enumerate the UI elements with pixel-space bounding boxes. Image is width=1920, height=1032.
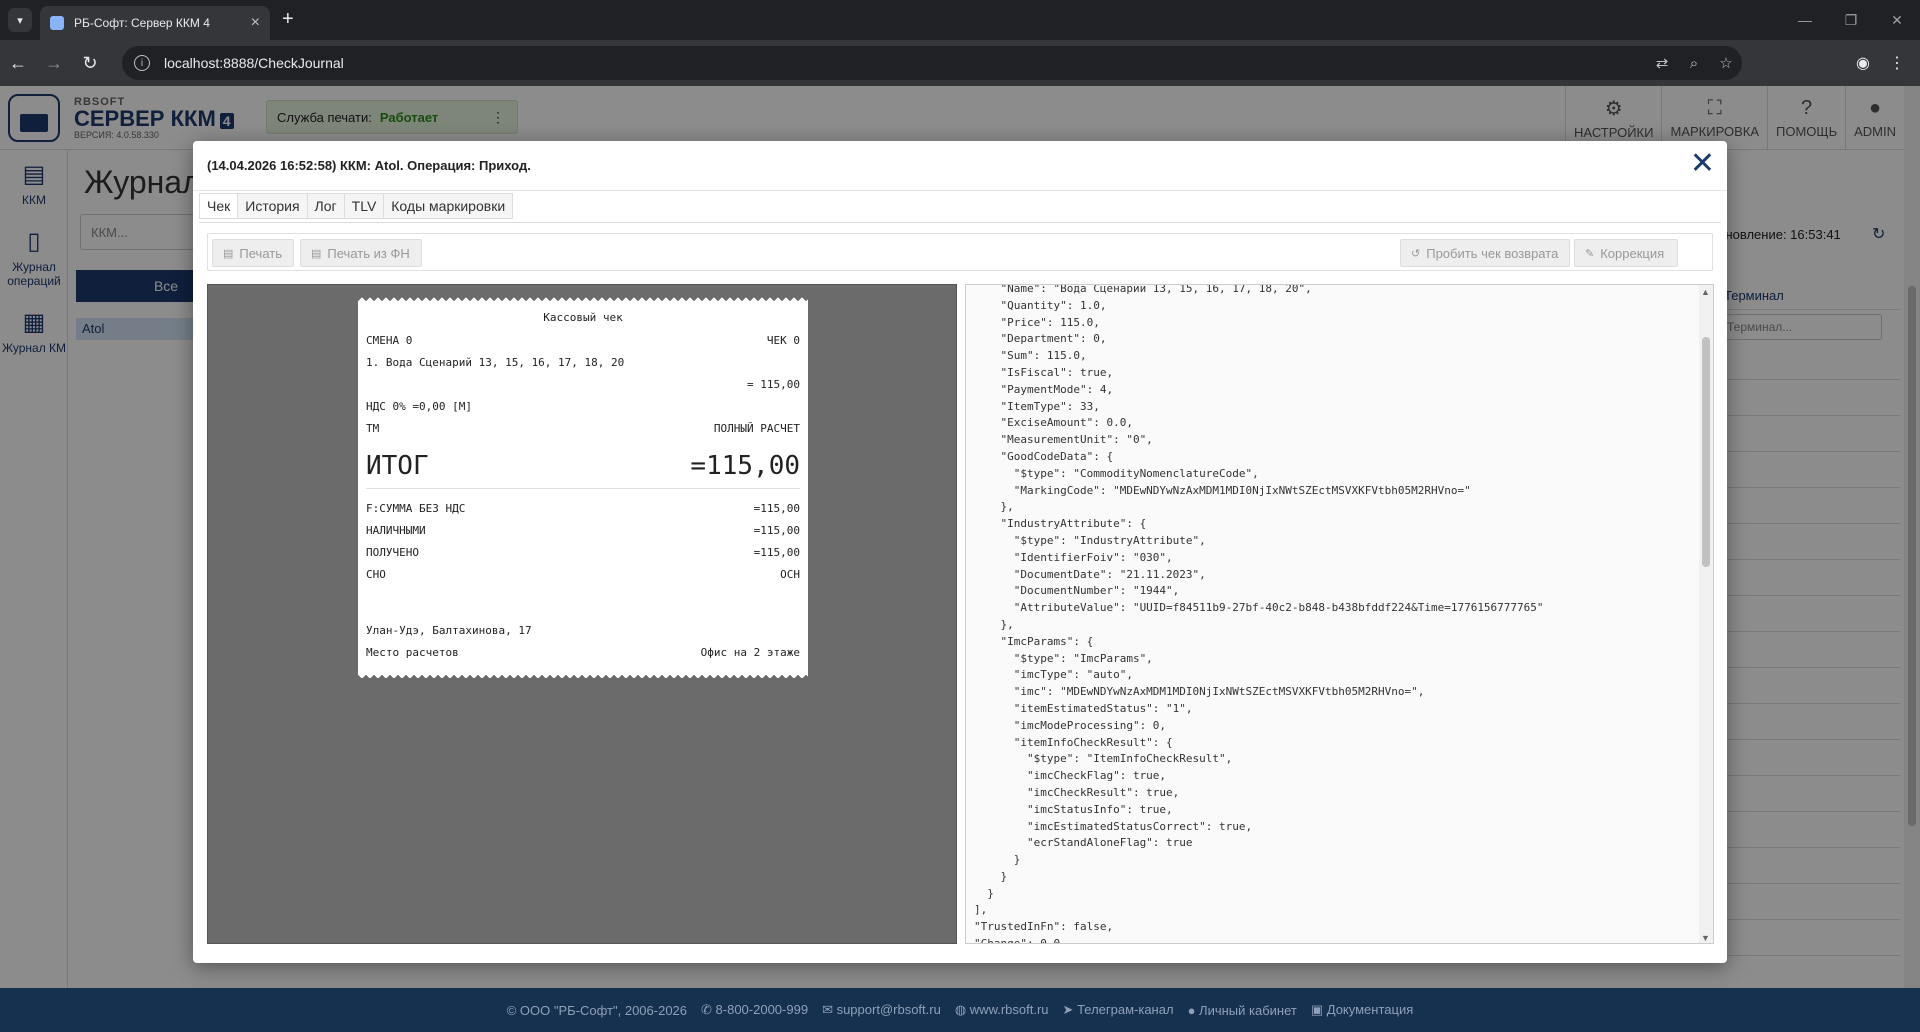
tab-history[interactable]: История — [238, 193, 308, 219]
window-controls: — ❐ ✕ — [1782, 0, 1920, 40]
receipt-item: 1. Вода Сценарий 13, 15, 16, 17, 18, 20 — [366, 355, 625, 369]
tabs-divider — [199, 222, 1721, 223]
tab-tlv[interactable]: TLV — [344, 193, 385, 219]
browser-tabbar: ▾ РБ-Софт: Сервер ККМ 4 × + — ❐ ✕ — [0, 0, 1920, 40]
footer-telegram[interactable]: ➤ Телеграм-канал — [1063, 1002, 1174, 1018]
receipt-check-no: ЧЕК 0 — [766, 333, 800, 347]
pencil-icon: ✎ — [1585, 247, 1595, 260]
browser-tab[interactable]: РБ-Софт: Сервер ККМ 4 × — [40, 6, 270, 40]
browser-toolbar: ← → ↻ i localhost:8888/CheckJournal ⇄ ⌕ … — [0, 40, 1920, 86]
site-info-icon[interactable]: i — [134, 55, 150, 71]
footer: © ООО "РБ-Софт", 2006-2026 ✆ 8-800-2000-… — [0, 988, 1920, 1032]
url-text: localhost:8888/CheckJournal — [164, 55, 344, 71]
address-bar[interactable]: i localhost:8888/CheckJournal ⇄ ⌕ ☆ — [122, 46, 1742, 80]
receipt-preview-panel: Кассовый чек СМЕНА 0 ЧЕК 0 1. Вода Сценар… — [207, 284, 957, 944]
footer-phone-text: 8-800-2000-999 — [715, 1002, 809, 1017]
receipt-row-label: F:СУММА БЕЗ НДС — [366, 501, 466, 515]
receipt-place-value: Офис на 2 этаже — [700, 645, 800, 659]
book-icon: ▣ — [1310, 1002, 1327, 1017]
modal-tabs: Чек История Лог TLV Коды маркировки — [199, 193, 514, 219]
receipt-total-value: =115,00 — [690, 450, 800, 481]
receipt-payment-mode: ПОЛНЫЙ РАСЧЕТ — [713, 421, 800, 435]
translate-icon[interactable]: ⇄ — [1646, 54, 1678, 72]
bookmark-star-icon[interactable]: ☆ — [1710, 54, 1742, 72]
receipt-address: Улан-Удэ, Балтахинова, 17 — [366, 623, 532, 637]
footer-docs-text: Документация — [1326, 1002, 1414, 1017]
footer-cabinet-text: Личный кабинет — [1199, 1002, 1297, 1018]
receipt-row-label: НАЛИЧНЫМИ — [366, 523, 426, 537]
tab-log[interactable]: Лог — [307, 193, 345, 219]
person-icon: ● — [1187, 1002, 1200, 1018]
scroll-down-icon[interactable]: ▼ — [1701, 933, 1710, 943]
tab-search-button[interactable]: ▾ — [8, 8, 32, 32]
action-bar: ▤ Печать ▤ Печать из ФН ↺ Пробить чек возвр… — [207, 233, 1713, 271]
close-window-icon[interactable]: ✕ — [1874, 0, 1920, 40]
tab-check[interactable]: Чек — [199, 193, 239, 219]
return-check-button[interactable]: ↺ Пробить чек возврата — [1400, 239, 1570, 267]
forward-icon[interactable]: → — [36, 45, 72, 81]
json-scrollbar[interactable]: ▲ ▼ — [1699, 285, 1713, 943]
back-icon[interactable]: ← — [0, 45, 36, 81]
footer-email-text: support@rbsoft.ru — [836, 1002, 941, 1017]
return-button-label: Пробить чек возврата — [1426, 245, 1559, 261]
footer-site-text: www.rbsoft.ru — [969, 1002, 1049, 1017]
check-modal: (14.04.2026 16:52:58) ККМ: Atol. Операци… — [193, 141, 1727, 963]
receipt-row-label: ПОЛУЧЕНО — [366, 545, 419, 559]
receipt-place-label: Место расчетов — [366, 645, 459, 659]
tab-marking-codes[interactable]: Коды маркировки — [384, 193, 514, 219]
receipt-title: Кассовый чек — [543, 311, 623, 324]
footer-docs[interactable]: ▣ Документация — [1311, 1002, 1413, 1018]
close-icon[interactable]: ✕ — [1690, 149, 1715, 179]
receipt-item-sum: = 115,00 — [747, 377, 800, 391]
print-button[interactable]: ▤ Печать — [212, 239, 294, 267]
print-button-label: Печать — [239, 245, 282, 261]
correction-button[interactable]: ✎ Коррекция — [1574, 239, 1678, 267]
receipt-row-label: СНО — [366, 567, 386, 581]
reload-icon[interactable]: ↻ — [72, 45, 108, 81]
footer-site[interactable]: ◍ www.rbsoft.ru — [955, 1002, 1049, 1018]
receipt-row-value: =115,00 — [753, 501, 800, 515]
correction-button-label: Коррекция — [1600, 245, 1665, 261]
footer-email[interactable]: ✉ support@rbsoft.ru — [822, 1002, 941, 1018]
phone-icon: ✆ — [701, 1002, 716, 1017]
receipt-shift: СМЕНА 0 — [366, 333, 413, 347]
receipt-total-label: ИТОГ — [366, 450, 429, 481]
favicon-icon — [50, 16, 64, 30]
json-scrollbar-thumb[interactable] — [1702, 337, 1710, 567]
new-tab-button[interactable]: + — [282, 8, 294, 31]
receipt-vat: НДС 0% =0,00 [М] — [366, 399, 472, 413]
globe-icon: ◍ — [954, 1002, 970, 1017]
footer-phone[interactable]: ✆ 8-800-2000-999 — [701, 1002, 808, 1018]
undo-icon: ↺ — [1411, 247, 1421, 260]
scroll-up-icon[interactable]: ▲ — [1701, 287, 1710, 297]
tab-close-icon[interactable]: × — [251, 14, 260, 32]
restore-icon[interactable]: ❐ — [1828, 0, 1874, 40]
print-from-fn-button[interactable]: ▤ Печать из ФН — [300, 239, 422, 267]
footer-copyright: © ООО "РБ-Софт", 2006-2026 — [506, 1002, 688, 1018]
browser-menu-icon[interactable]: ⋮ — [1880, 46, 1914, 80]
tab-title: РБ-Софт: Сервер ККМ 4 — [74, 16, 210, 30]
profile-icon[interactable]: ◉ — [1846, 46, 1880, 80]
printer-icon: ▤ — [311, 247, 322, 260]
print-fn-button-label: Печать из ФН — [327, 245, 410, 261]
receipt-row-value: ОСН — [780, 567, 800, 581]
json-text: "Name": "Вода Сценарий 13, 15, 16, 17, 1… — [974, 284, 1544, 944]
receipt-row-value: =115,00 — [753, 545, 800, 559]
minimize-icon[interactable]: — — [1782, 0, 1828, 40]
modal-title: (14.04.2026 16:52:58) ККМ: Atol. Операци… — [193, 141, 1727, 191]
telegram-icon: ➤ — [1062, 1002, 1078, 1017]
receipt-row-value: =115,00 — [753, 523, 800, 537]
receipt-tm: ТМ — [366, 421, 380, 435]
footer-telegram-text: Телеграм-канал — [1077, 1002, 1174, 1017]
json-viewer[interactable]: "Name": "Вода Сценарий 13, 15, 16, 17, 1… — [965, 284, 1714, 944]
zoom-icon[interactable]: ⌕ — [1678, 55, 1710, 72]
receipt: Кассовый чек СМЕНА 0 ЧЕК 0 1. Вода Сценар… — [358, 296, 808, 678]
footer-cabinet[interactable]: ● Личный кабинет — [1188, 1003, 1297, 1018]
printer-icon: ▤ — [223, 247, 234, 260]
mail-icon: ✉ — [822, 1002, 837, 1017]
